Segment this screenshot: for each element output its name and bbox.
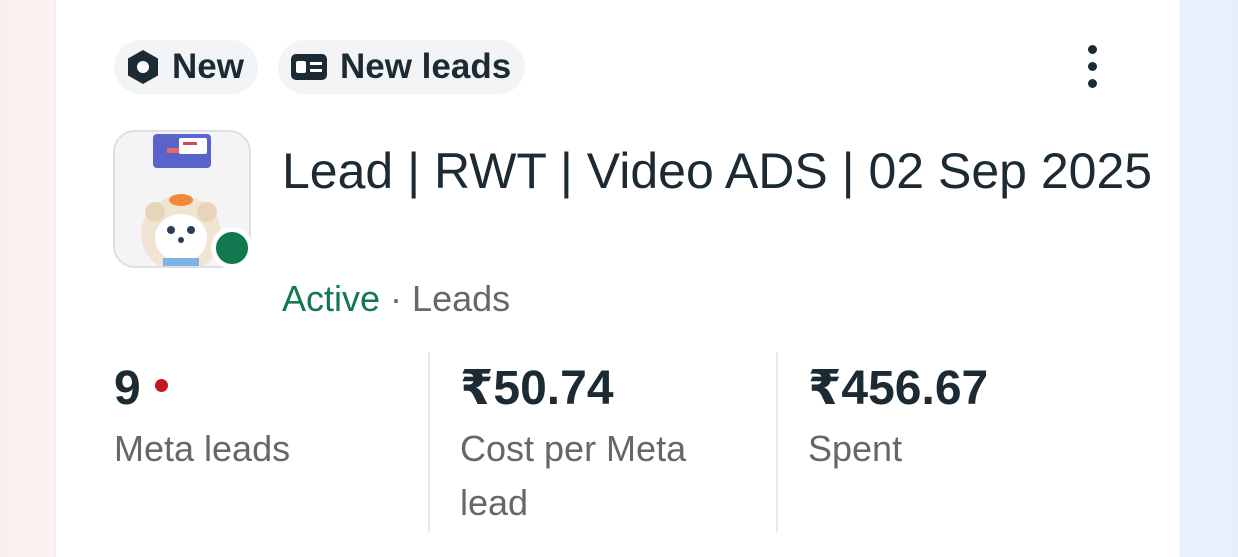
metric-divider: [428, 352, 430, 532]
meta-leads-value: 9: [114, 362, 141, 415]
metric-spent: ₹456.67 Spent: [808, 360, 1128, 476]
campaign-title[interactable]: Lead | RWT | Video ADS | 02 Sep 2025: [282, 136, 1162, 207]
new-indicator-dot: [154, 378, 168, 392]
metric-value: 9: [114, 360, 414, 418]
tag-row: New New leads: [114, 40, 526, 94]
metric-meta-leads: 9 Meta leads: [114, 360, 414, 476]
cost-per-lead-value: ₹50.74: [460, 362, 614, 415]
spent-label: Spent: [808, 428, 903, 469]
new-tag: New: [114, 40, 258, 94]
more-dot: [1087, 78, 1097, 88]
hexagon-icon: [128, 50, 158, 84]
new-leads-tag-label: New leads: [339, 47, 512, 86]
metric-cost-per-lead: ₹50.74 Cost per Meta lead: [460, 360, 760, 530]
lead-form-icon: [290, 54, 327, 80]
more-options-icon[interactable]: [1074, 38, 1110, 94]
separator-dot: ·: [390, 278, 403, 319]
status-text: Active: [282, 278, 381, 319]
more-dot: [1087, 44, 1097, 54]
cost-per-lead-label: Cost per Meta lead: [460, 428, 687, 523]
objective-text: Leads: [412, 278, 511, 319]
new-leads-tag: New leads: [277, 40, 526, 94]
campaign-card[interactable]: New New leads Lead | RWT | Video ADS | 0…: [55, 0, 1181, 557]
meta-leads-label: Meta leads: [114, 428, 291, 469]
more-dot: [1087, 61, 1097, 71]
spent-value: ₹456.67: [808, 362, 989, 415]
metric-divider: [776, 352, 778, 532]
active-status-dot: [211, 227, 253, 269]
campaign-status-line: Active · Leads: [282, 278, 510, 320]
new-tag-label: New: [172, 47, 244, 86]
